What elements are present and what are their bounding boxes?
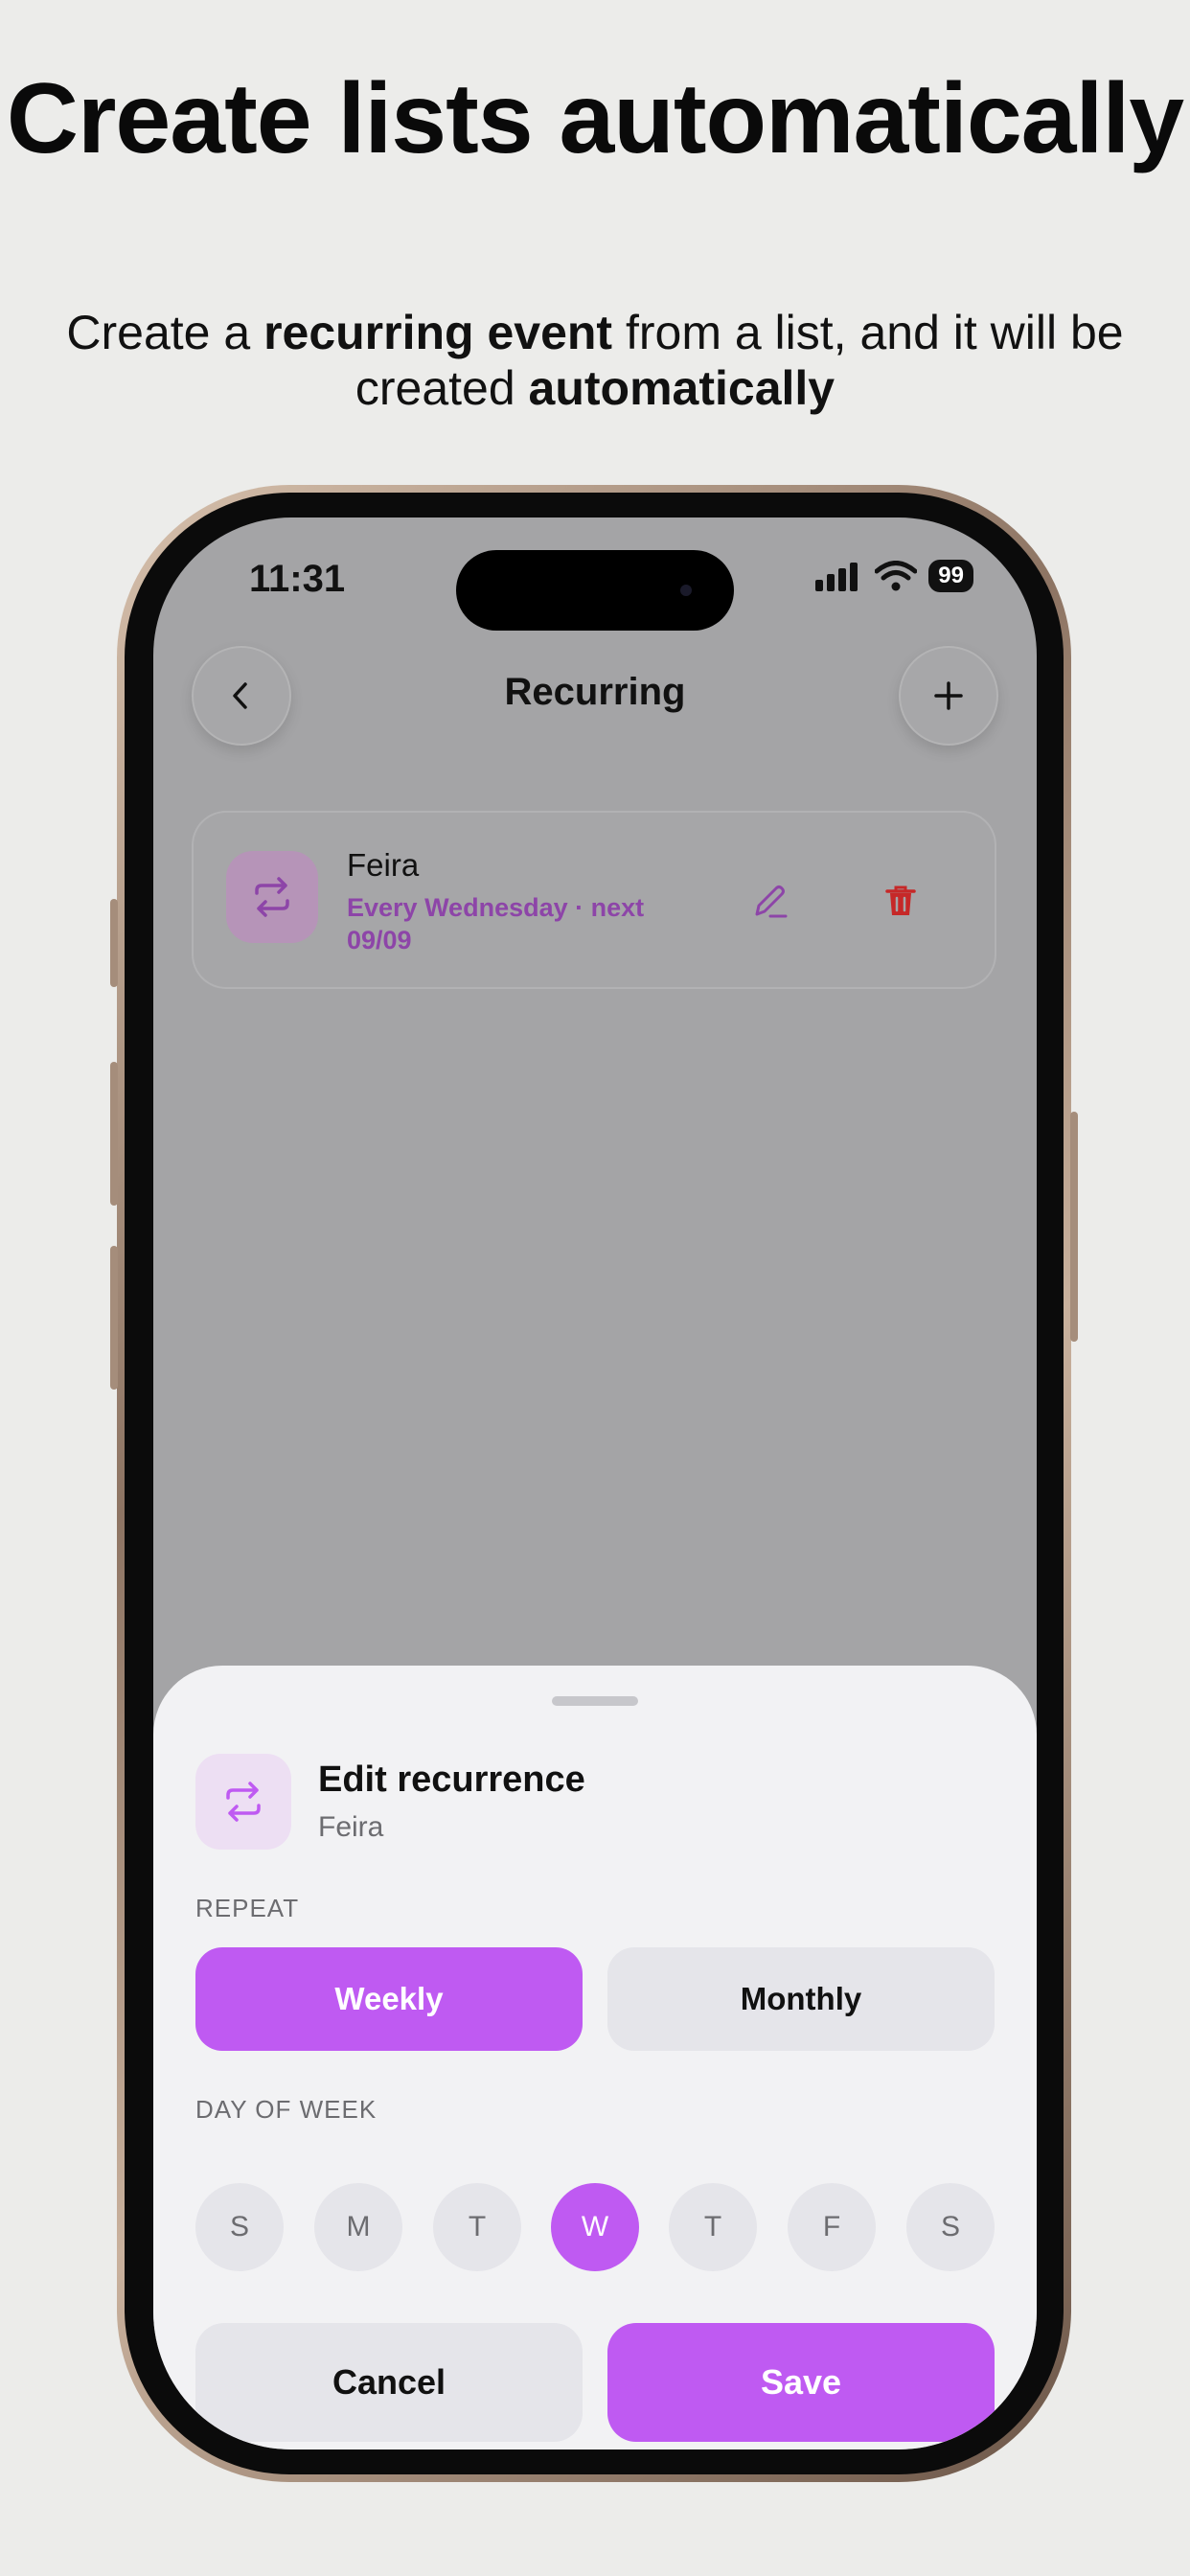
wifi-icon — [875, 561, 918, 591]
sheet-grabber[interactable] — [552, 1696, 638, 1706]
cancel-button[interactable]: Cancel — [195, 2323, 583, 2442]
status-icons: 99 — [813, 560, 973, 592]
day-thursday[interactable]: T — [669, 2183, 757, 2271]
repeat-icon — [195, 1754, 291, 1850]
trash-icon — [885, 886, 916, 915]
day-friday[interactable]: F — [788, 2183, 876, 2271]
dynamic-island — [456, 550, 734, 631]
repeat-label: REPEAT — [195, 1894, 300, 1922]
action-button — [110, 899, 118, 987]
delete-button[interactable] — [874, 874, 927, 928]
repeat-icon — [226, 851, 318, 943]
subline-bold-1: recurring event — [263, 306, 613, 359]
sheet-title: Edit recurrence — [318, 1760, 585, 1800]
battery-indicator: 99 — [928, 560, 973, 592]
save-button[interactable]: Save — [607, 2323, 995, 2442]
plus-icon — [934, 681, 963, 710]
day-tuesday[interactable]: T — [433, 2183, 521, 2271]
day-sunday[interactable]: S — [195, 2183, 284, 2271]
edit-button[interactable] — [744, 874, 797, 928]
pencil-icon — [755, 886, 788, 918]
signal-icon — [815, 563, 858, 591]
status-bar: 11:31 99 — [153, 518, 1037, 632]
promo-subline: Create a recurring event from a list, an… — [57, 305, 1133, 416]
item-schedule: Every Wednesday · next 09/09 — [347, 893, 645, 954]
edit-recurrence-sheet: Edit recurrence Feira REPEAT Weekly Mont… — [153, 1666, 1037, 2450]
add-button[interactable] — [899, 646, 998, 746]
item-name: Feira — [347, 847, 420, 883]
phone-screen: 11:31 99 Recurring Feira Every Wednesday… — [153, 518, 1037, 2450]
camera-dot — [680, 585, 692, 596]
repeat-weekly-button[interactable]: Weekly — [195, 1947, 583, 2051]
day-wednesday[interactable]: W — [551, 2183, 639, 2271]
promo-headline: Create lists automatically — [6, 63, 1184, 174]
subline-bold-2: automatically — [528, 361, 835, 415]
recurring-item-card[interactable]: Feira Every Wednesday · next 09/09 — [192, 811, 996, 989]
status-time: 11:31 — [249, 558, 346, 600]
day-of-week-label: DAY OF WEEK — [195, 2095, 378, 2124]
nav-bar: Recurring — [153, 642, 1037, 748]
sheet-subtitle: Feira — [318, 1811, 384, 1843]
volume-down-button — [110, 1246, 118, 1390]
volume-up-button — [110, 1062, 118, 1206]
power-button — [1070, 1112, 1078, 1342]
day-monday[interactable]: M — [314, 2183, 402, 2271]
subline-text-1: Create a — [66, 306, 264, 359]
day-of-week-picker: S M T W T F S — [195, 2183, 995, 2271]
repeat-monthly-button[interactable]: Monthly — [607, 1947, 995, 2051]
day-saturday[interactable]: S — [906, 2183, 995, 2271]
